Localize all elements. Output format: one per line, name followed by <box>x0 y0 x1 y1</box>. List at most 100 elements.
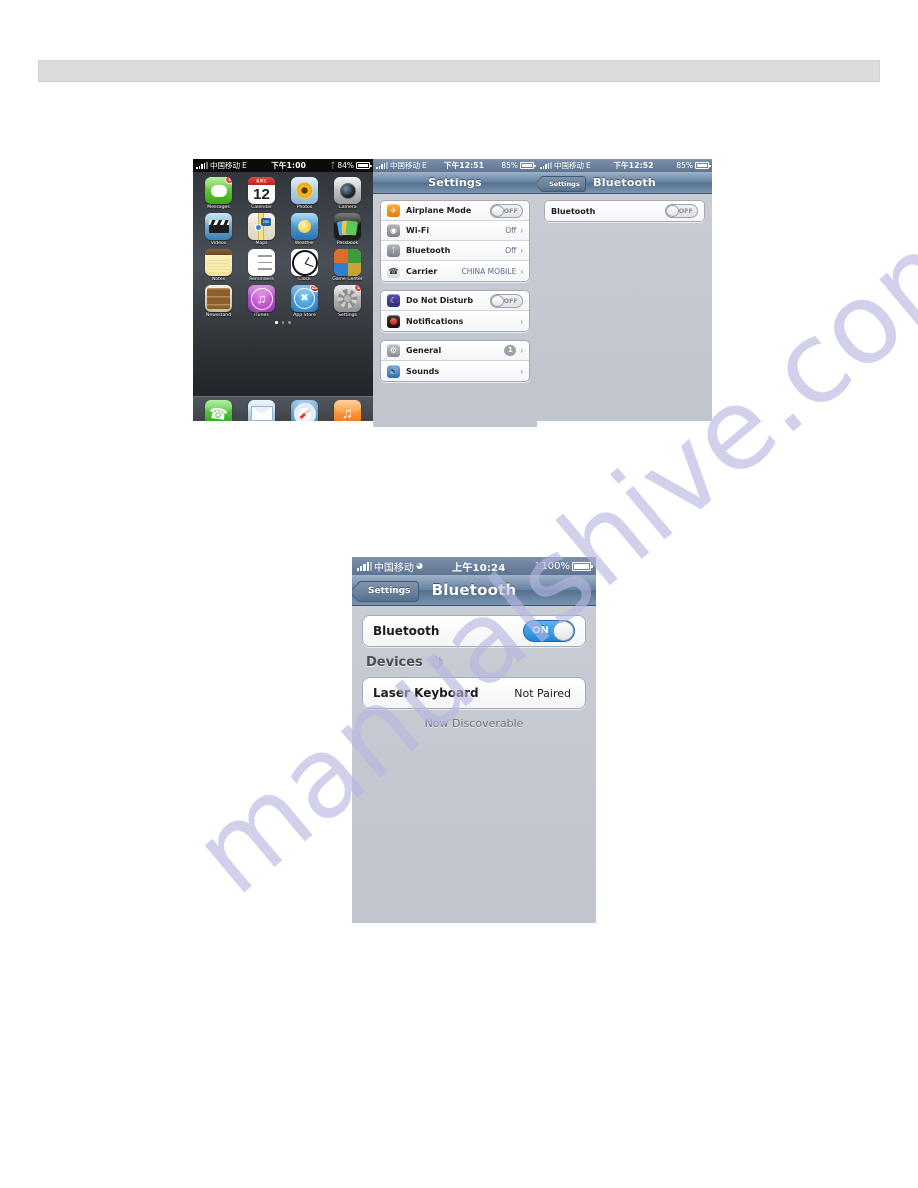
app-camera[interactable]: Camera <box>328 177 367 210</box>
carrier-name: 中国移动 <box>389 161 420 170</box>
app-label: Clock <box>298 277 311 282</box>
home-dock: ☎ Phone Mail Safari ♫ Music <box>193 396 373 421</box>
page-title: Bluetooth <box>431 581 517 599</box>
switch-knob <box>491 294 504 307</box>
app-app-store[interactable]: ✖ 22 App Store <box>285 285 324 318</box>
settings-row-sounds[interactable]: 🔊 Sounds › <box>381 361 529 381</box>
chevron-right-icon: › <box>520 346 523 355</box>
settings-row-general[interactable]: ⚙ General 1 › <box>381 341 529 361</box>
moon-icon: ☾ <box>387 294 400 307</box>
devices-list: Laser Keyboard Not Paired <box>362 677 586 709</box>
app-itunes[interactable]: ♫ iTunes <box>242 285 281 318</box>
newsstand-icon <box>205 285 232 312</box>
device-row-laser-keyboard[interactable]: Laser Keyboard Not Paired <box>363 678 585 708</box>
bluetooth-switch[interactable]: ON <box>523 620 575 642</box>
settings-row-notifications[interactable]: Notifications › <box>381 311 529 331</box>
page-dot[interactable] <box>288 321 291 324</box>
airplane-icon: ✈ <box>387 204 400 217</box>
navigation-bar: Settings <box>373 172 537 194</box>
status-clock: 下午1:00 <box>271 161 307 170</box>
settings-row-bluetooth[interactable]: ᛏ Bluetooth Off › <box>381 241 529 261</box>
back-button-settings[interactable]: Settings <box>540 175 586 192</box>
screenshot-settings-list: 中国移动 E 下午12:51 85% Settings ✈ Airplane M… <box>373 159 537 427</box>
battery-icon <box>572 561 593 571</box>
airplane-mode-switch[interactable]: OFF <box>490 203 523 218</box>
battery-percent: 100% <box>541 560 570 572</box>
discoverable-note: Now Discoverable <box>424 717 524 730</box>
battery-percent: 85% <box>501 161 518 170</box>
app-label: App Store <box>293 313 316 318</box>
app-label: Notes <box>211 277 226 282</box>
dock-app-music[interactable]: ♫ Music <box>328 400 367 421</box>
section-title: Devices <box>366 655 423 670</box>
page-dot[interactable] <box>275 321 278 324</box>
settings-row-airplane-mode[interactable]: ✈ Airplane Mode OFF <box>381 201 529 221</box>
bluetooth-panel: Bluetooth ON Devices Laser Keyboard Not … <box>352 606 596 923</box>
row-label: Sounds <box>406 366 440 376</box>
app-passbook[interactable]: Passbook <box>328 213 367 246</box>
signal-bars-icon <box>196 162 208 169</box>
settings-group-connectivity: ✈ Airplane Mode OFF ◉ Wi-Fi Off › ᛏ Blue… <box>380 200 530 282</box>
app-label: Camera <box>338 205 357 210</box>
page-header-band <box>38 60 880 82</box>
do-not-disturb-switch[interactable]: OFF <box>490 293 523 308</box>
signal-bars-icon <box>540 162 552 169</box>
sounds-icon: 🔊 <box>387 364 400 378</box>
badge-count: 22 <box>309 285 318 292</box>
app-clock[interactable]: Clock <box>285 249 324 282</box>
app-label: Videos <box>210 241 227 246</box>
app-notes[interactable]: Notes <box>199 249 238 282</box>
dock-app-safari[interactable]: Safari <box>285 400 324 421</box>
settings-row-wifi[interactable]: ◉ Wi-Fi Off › <box>381 221 529 241</box>
app-label: Reminders <box>249 277 274 282</box>
music-icon: ♫ <box>334 400 361 421</box>
bluetooth-toggle-group: Bluetooth OFF <box>544 200 705 222</box>
row-label: Wi-Fi <box>406 226 430 235</box>
bluetooth-row[interactable]: Bluetooth OFF <box>545 201 704 221</box>
bluetooth-row[interactable]: Bluetooth ON <box>363 616 585 646</box>
reminders-icon <box>248 249 275 276</box>
dock-app-mail[interactable]: Mail <box>242 400 281 421</box>
bluetooth-toggle-group: Bluetooth ON <box>362 615 586 647</box>
back-button-settings[interactable]: Settings <box>357 580 420 602</box>
app-label: Game Center <box>332 277 363 282</box>
switch-state-label: OFF <box>503 296 518 305</box>
screenshot-bluetooth-on: 中国移动 ◕ 上午10:24 ᛏ 100% Settings Bluetooth… <box>352 557 596 923</box>
app-reminders[interactable]: Reminders <box>242 249 281 282</box>
page-dot[interactable] <box>281 321 285 324</box>
app-settings[interactable]: 1 Settings <box>328 285 367 318</box>
status-left: 中国移动 E <box>196 160 247 171</box>
itunes-icon: ♫ <box>248 285 275 312</box>
gear-icon: ⚙ <box>387 344 400 357</box>
calendar-day: 12 <box>253 186 270 203</box>
status-right: 85% <box>501 161 536 170</box>
app-calendar[interactable]: 星期五 12 Calendar <box>242 177 281 210</box>
app-label: iTunes <box>254 313 269 318</box>
chevron-right-icon: › <box>520 366 523 376</box>
update-badge: 1 <box>504 345 517 356</box>
app-maps[interactable]: 280 Maps <box>242 213 281 246</box>
dock-app-phone[interactable]: ☎ Phone <box>199 400 238 421</box>
page-title: Bluetooth <box>593 176 656 189</box>
app-photos[interactable]: Photos <box>285 177 324 210</box>
settings-row-carrier[interactable]: ☎ Carrier CHINA MOBILE › <box>381 261 529 281</box>
app-store-icon: ✖ 22 <box>291 285 318 312</box>
camera-icon <box>334 177 361 204</box>
page-indicator-dots[interactable] <box>193 321 373 324</box>
app-newsstand[interactable]: Newsstand <box>199 285 238 318</box>
bluetooth-switch[interactable]: OFF <box>665 204 698 218</box>
app-label: Photos <box>296 205 313 210</box>
battery-icon <box>520 162 536 169</box>
status-bar: 中国移动 E 下午12:51 85% <box>373 159 537 172</box>
app-videos[interactable]: Videos <box>199 213 238 246</box>
carrier-name: 中国移动 <box>553 161 584 170</box>
chevron-right-icon: › <box>520 226 523 235</box>
switch-knob <box>666 205 679 217</box>
app-weather[interactable]: Weather <box>285 213 324 246</box>
app-game-center[interactable]: Game Center <box>328 249 367 282</box>
row-label: General <box>406 346 442 355</box>
settings-row-do-not-disturb[interactable]: ☾ Do Not Disturb OFF <box>381 291 529 311</box>
battery-icon <box>695 162 711 169</box>
screenshot-home-screen: 中国移动 E 下午1:00 ᛏ 84% 1 Messages 星期五 12 Ca… <box>193 159 373 421</box>
app-messages[interactable]: 1 Messages <box>199 177 238 210</box>
